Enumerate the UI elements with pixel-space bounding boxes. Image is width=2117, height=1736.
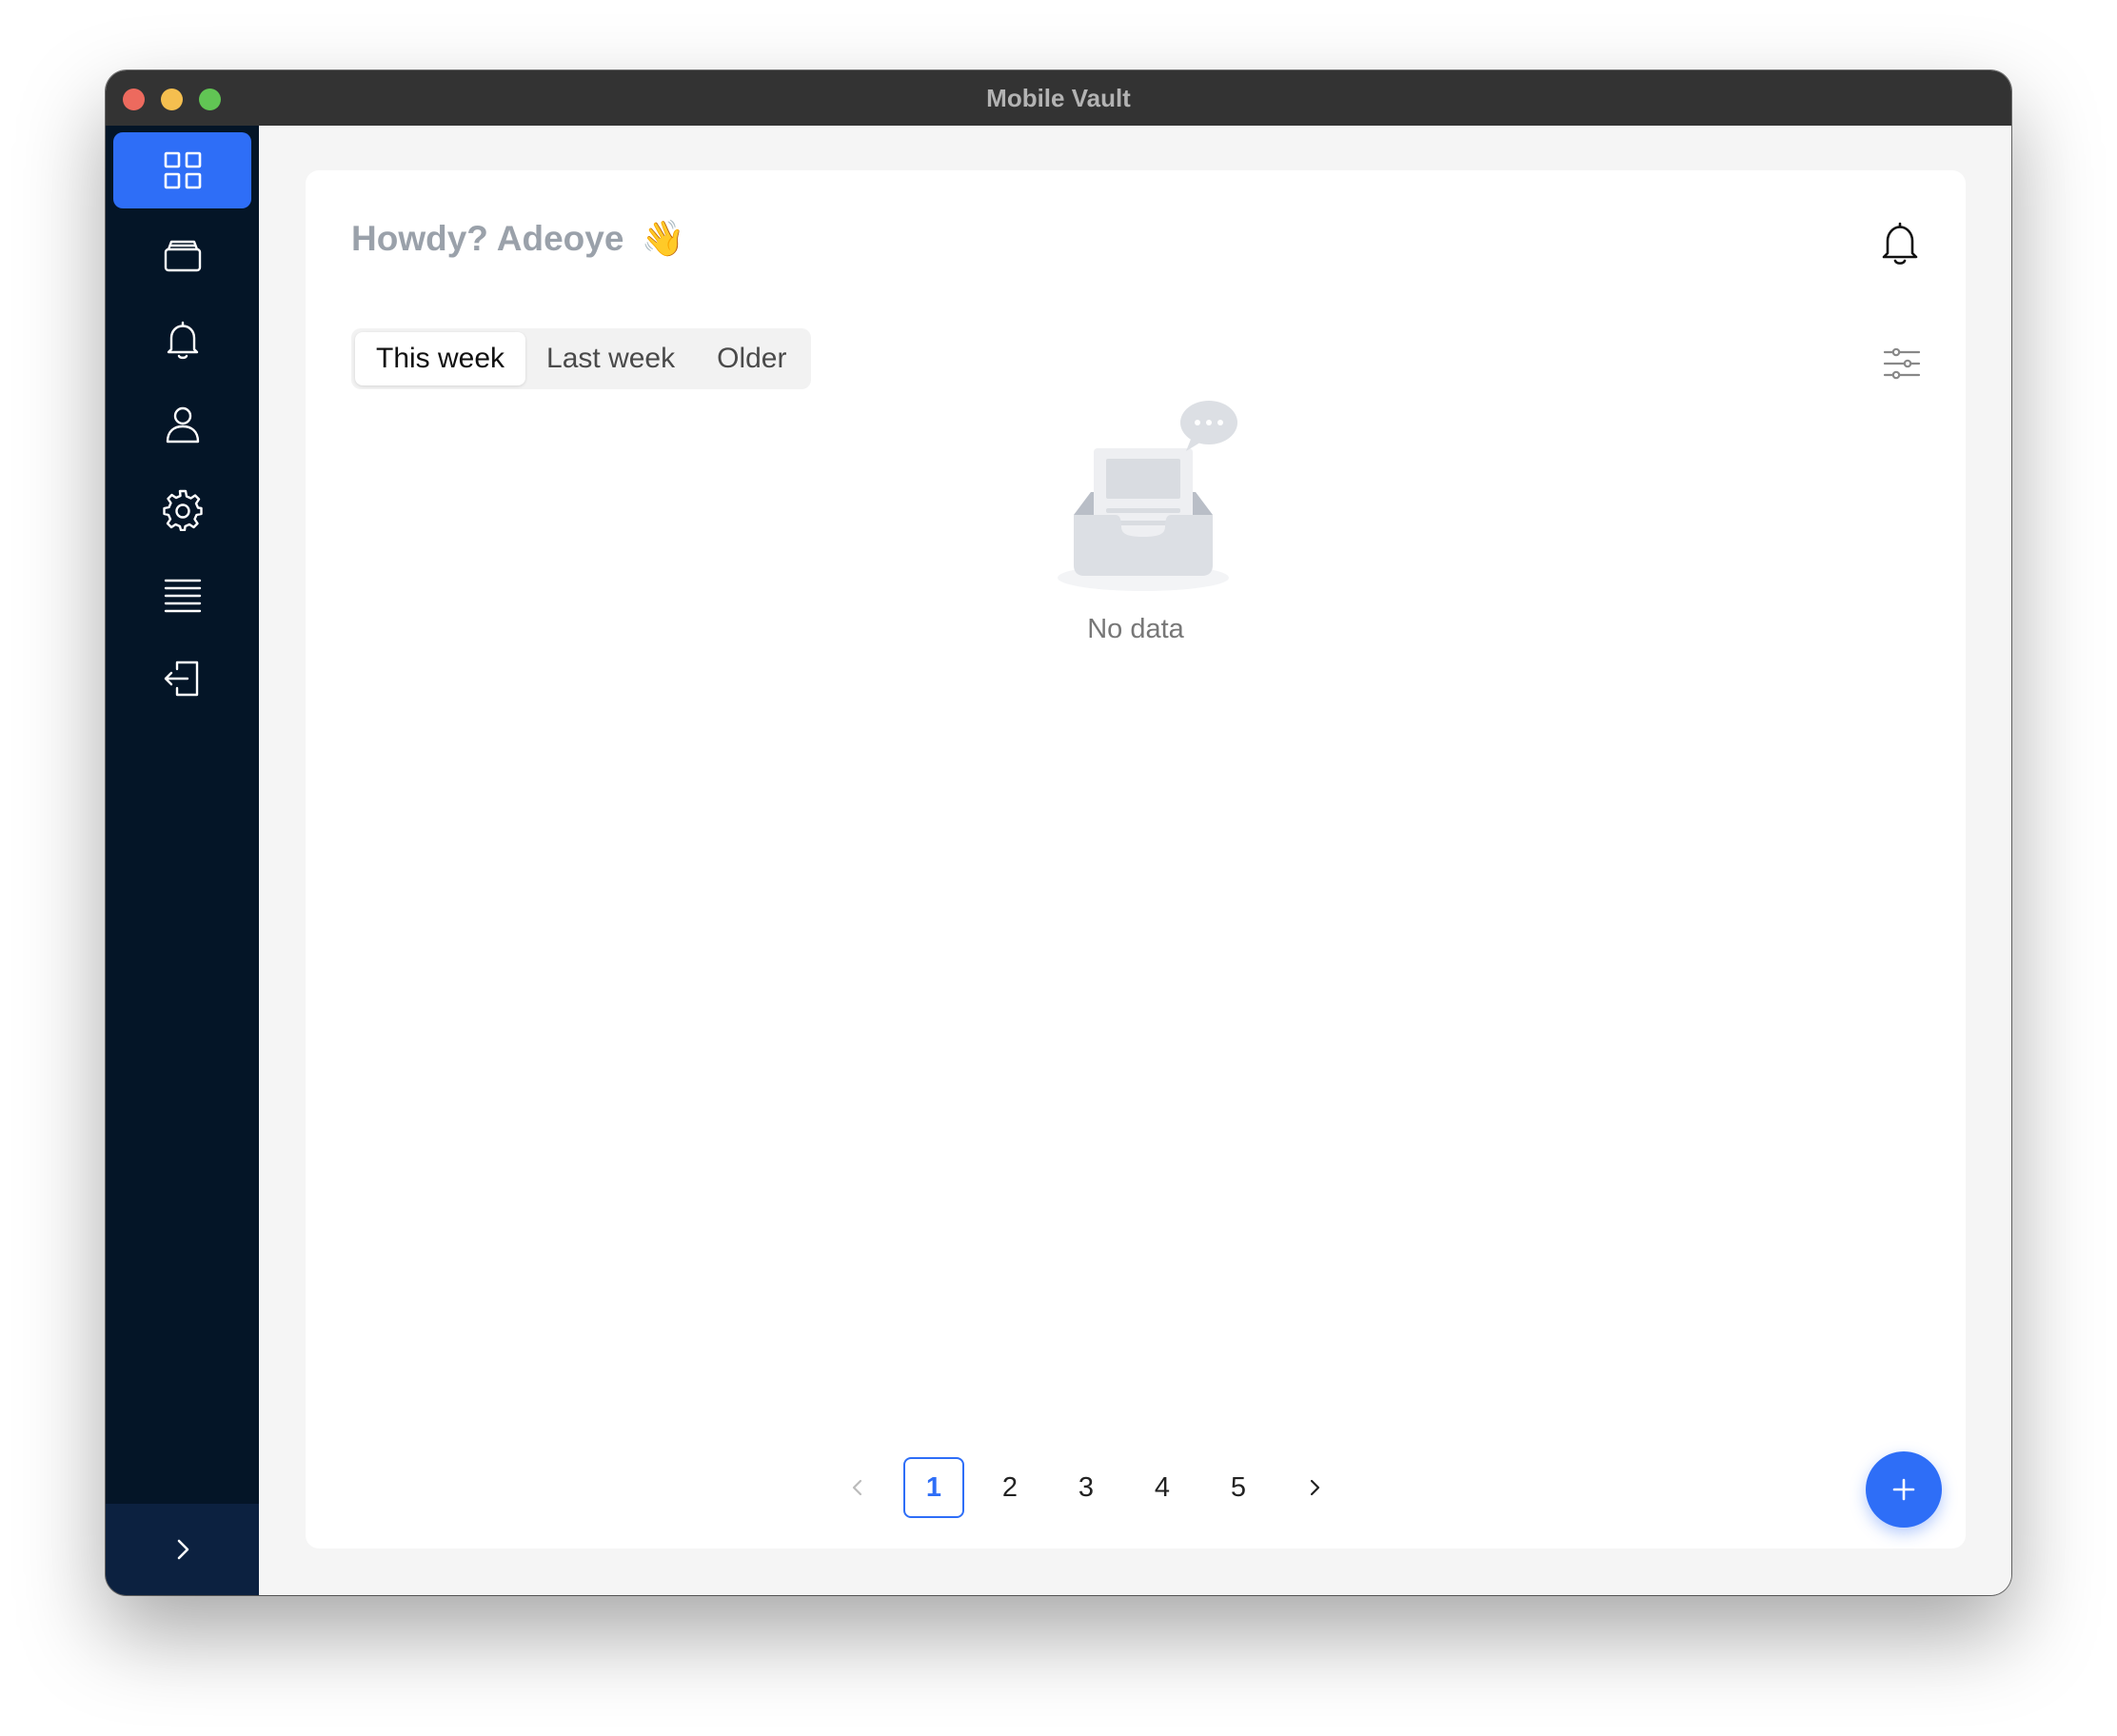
gear-icon <box>162 489 203 531</box>
waving-hand-emoji: 👋 <box>641 218 685 259</box>
window-title: Mobile Vault <box>986 84 1131 112</box>
sidebar-item-logout[interactable] <box>113 641 251 717</box>
empty-state-text: No data <box>1087 614 1184 644</box>
page-2-button[interactable]: 2 <box>979 1457 1040 1518</box>
title-bar: Mobile Vault <box>106 70 2011 126</box>
app-window: Mobile Vault Howdy? Adeoye 👋 This week L… <box>106 70 2011 1595</box>
page-5-button[interactable]: 5 <box>1208 1457 1269 1518</box>
previous-page-button[interactable] <box>820 1457 896 1518</box>
chevron-left-icon <box>852 1479 862 1496</box>
pagination: 1 2 3 4 5 <box>820 1457 1353 1518</box>
plus-icon <box>1892 1478 1915 1501</box>
chevron-right-icon <box>177 1539 188 1560</box>
logout-icon <box>164 661 198 697</box>
chevron-right-icon <box>1310 1479 1320 1496</box>
list-icon <box>164 579 201 613</box>
page-1-button[interactable]: 1 <box>903 1457 964 1518</box>
greeting-heading: Howdy? Adeoye 👋 <box>351 218 685 260</box>
page-4-button[interactable]: 4 <box>1132 1457 1193 1518</box>
empty-inbox-illustration <box>1058 401 1237 591</box>
tab-older[interactable]: Older <box>696 332 807 385</box>
page-3-button[interactable]: 3 <box>1056 1457 1117 1518</box>
wallet-icon <box>164 240 201 272</box>
filter-sliders-icon[interactable] <box>1882 345 1922 383</box>
sidebar <box>106 126 259 1595</box>
sidebar-item-dashboard[interactable] <box>113 132 251 208</box>
next-page-button[interactable] <box>1276 1457 1353 1518</box>
sidebar-item-wallet[interactable] <box>113 217 251 293</box>
notifications-bell-icon[interactable] <box>1878 220 1922 267</box>
dashboard-grid-icon <box>164 151 201 189</box>
main-card: Howdy? Adeoye 👋 This week Last week Olde… <box>306 170 1966 1549</box>
sidebar-item-settings[interactable] <box>113 471 251 547</box>
bell-icon <box>167 321 198 360</box>
sidebar-item-notifications[interactable] <box>113 302 251 378</box>
greeting-text: Howdy? Adeoye <box>351 219 624 258</box>
sidebar-expand-button[interactable] <box>106 1504 259 1595</box>
sidebar-item-profile[interactable] <box>113 386 251 463</box>
add-button[interactable] <box>1866 1451 1942 1528</box>
user-icon <box>166 406 199 444</box>
tab-last-week[interactable]: Last week <box>525 332 696 385</box>
period-tabs: This week Last week Older <box>351 328 812 389</box>
tab-this-week[interactable]: This week <box>355 332 526 385</box>
sidebar-item-list[interactable] <box>113 556 251 632</box>
